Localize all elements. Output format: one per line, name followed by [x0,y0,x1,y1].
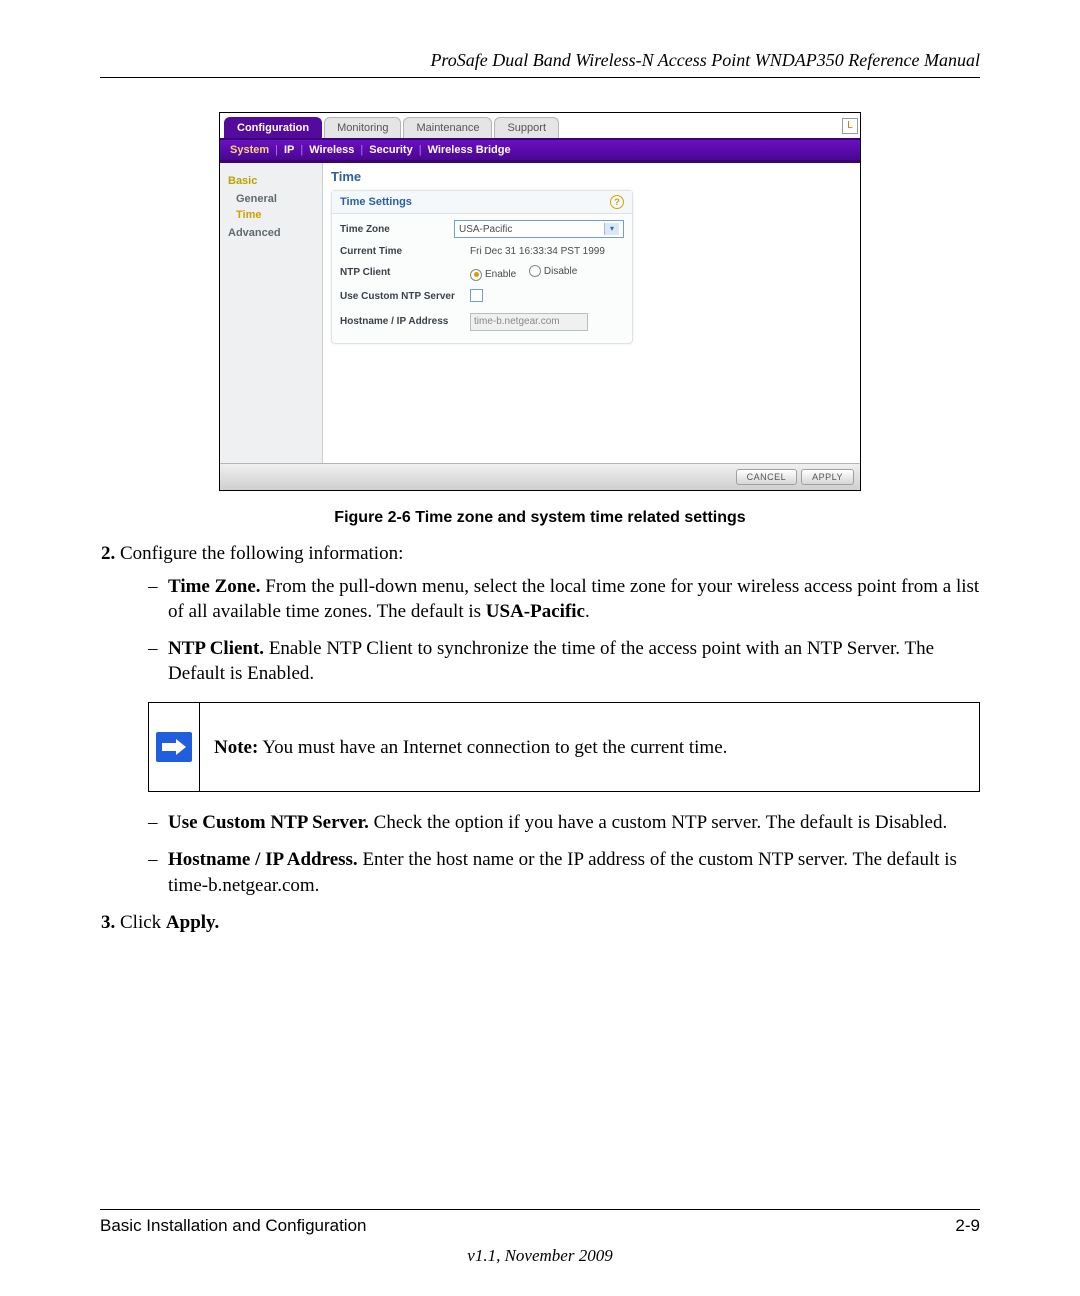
chevron-down-icon: ▾ [604,223,619,235]
note-box: Note: You must have an Internet connecti… [148,702,980,792]
help-icon[interactable]: ? [610,195,624,209]
subnav-security[interactable]: Security [354,144,412,156]
figure-caption: Figure 2-6 Time zone and system time rel… [100,509,980,527]
custom-ntp-checkbox[interactable] [470,289,483,302]
step-2: Configure the following information: Tim… [120,541,980,898]
subnav-wireless-bridge[interactable]: Wireless Bridge [413,144,511,156]
bullet-time-zone: Time Zone. From the pull-down menu, sele… [148,574,980,624]
footer-version: v1.1, November 2009 [100,1246,980,1266]
side-group-advanced[interactable]: Advanced [220,223,322,243]
ntp-enable-radio[interactable]: Enable [470,269,516,281]
step-3: Click Apply. [120,910,980,935]
footer-page-number: 2-9 [955,1216,980,1236]
time-zone-select[interactable]: USA-Pacific ▾ [454,220,624,238]
label-time-zone: Time Zone [340,224,454,235]
logout-icon[interactable]: L [842,118,858,134]
button-bar: CANCEL APPLY [220,463,860,490]
cancel-button[interactable]: CANCEL [736,469,798,485]
top-tabs: Configuration Monitoring Maintenance Sup… [220,113,860,138]
label-ntp-client: NTP Client [340,267,470,278]
sub-nav: System IP Wireless Security Wireless Bri… [220,138,860,163]
page-footer: Basic Installation and Configuration 2-9… [100,1209,980,1266]
figure-screenshot: Configuration Monitoring Maintenance Sup… [219,112,861,491]
hostname-input[interactable]: time-b.netgear.com [470,313,588,331]
panel-subtitle: Time Settings [340,196,412,208]
time-settings-panel: Time Settings ? Time Zone USA-Pacific ▾ [331,190,633,344]
footer-section: Basic Installation and Configuration [100,1216,367,1236]
tab-configuration[interactable]: Configuration [224,117,322,138]
current-time-value: Fri Dec 31 16:33:34 PST 1999 [470,246,624,257]
ntp-disable-radio[interactable]: Disable [529,265,577,277]
time-zone-value: USA-Pacific [459,224,512,235]
side-item-time[interactable]: Time [220,207,322,223]
apply-button[interactable]: APPLY [801,469,854,485]
content-title: Time [331,169,852,184]
side-group-basic[interactable]: Basic [220,171,322,191]
side-panel: Basic General Time Advanced [220,163,323,463]
bullet-custom-ntp: Use Custom NTP Server. Check the option … [148,810,980,835]
label-hostname: Hostname / IP Address [340,316,470,327]
step-list: Configure the following information: Tim… [120,541,980,945]
label-custom-ntp: Use Custom NTP Server [340,291,470,302]
label-current-time: Current Time [340,246,470,257]
tab-support[interactable]: Support [494,117,559,138]
subnav-wireless[interactable]: Wireless [294,144,354,156]
tab-monitoring[interactable]: Monitoring [324,117,401,138]
tab-maintenance[interactable]: Maintenance [403,117,492,138]
arrow-right-icon [156,732,192,762]
subnav-ip[interactable]: IP [269,144,294,156]
bullet-ntp-client: NTP Client. Enable NTP Client to synchro… [148,636,980,686]
side-item-general[interactable]: General [220,191,322,207]
bullet-hostname: Hostname / IP Address. Enter the host na… [148,847,980,897]
subnav-system[interactable]: System [230,144,269,156]
page-header: ProSafe Dual Band Wireless-N Access Poin… [100,50,980,78]
